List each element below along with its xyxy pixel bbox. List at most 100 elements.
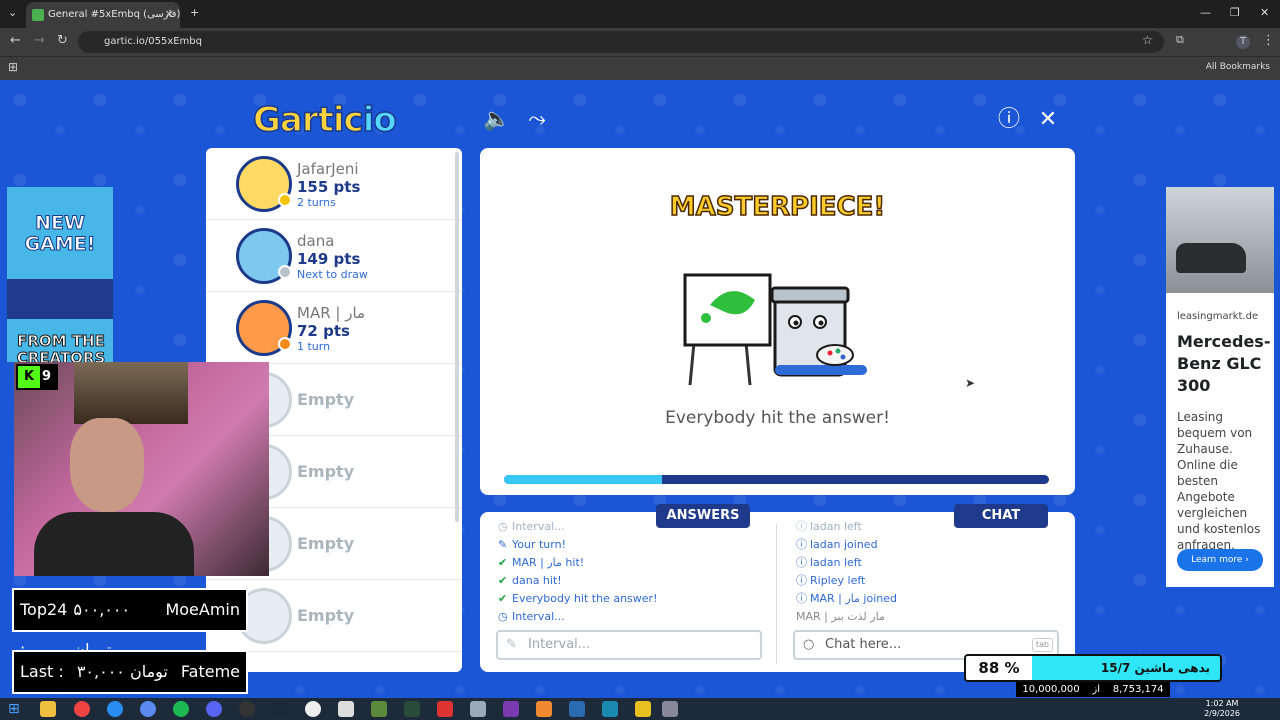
chat-line: ⓘ ladan left (796, 554, 1056, 572)
ad-domain: leasingmarkt.de (1177, 311, 1259, 322)
player-status: 1 turn (297, 340, 331, 353)
minecraft-icon[interactable] (371, 701, 387, 717)
players-scrollbar[interactable] (455, 152, 459, 522)
chat-tab[interactable]: CHAT (954, 504, 1048, 528)
app-icon-12[interactable] (404, 701, 420, 717)
top-donor-name: MoeAmin (165, 600, 240, 619)
profile-avatar[interactable]: T (1236, 35, 1250, 49)
masterpiece-illustration (683, 273, 867, 386)
app-icon-17[interactable] (569, 701, 585, 717)
tab-close-icon[interactable]: ✕ (165, 2, 174, 28)
sound-icon[interactable]: 🔈 (483, 106, 511, 134)
system-clock[interactable]: 1:02 AM 2/9/2026 (1204, 699, 1240, 719)
answer-text: Interval... (512, 610, 565, 623)
apps-grid-icon[interactable]: ⊞ (8, 60, 18, 74)
ad-headline: Mercedes-Benz GLC 300 (1177, 332, 1271, 395)
app-icon-16[interactable] (536, 701, 552, 717)
answers-tab[interactable]: ANSWERS (656, 504, 750, 528)
player-row[interactable]: JafarJeni 155 pts 2 turns (206, 148, 462, 220)
window-close-icon[interactable]: ✕ (1260, 6, 1269, 19)
round-progress-bar (504, 475, 1049, 484)
back-icon[interactable]: ← (10, 33, 21, 48)
app-icon-19[interactable] (635, 701, 651, 717)
player-name: MAR | مار (297, 304, 366, 322)
rider-icon[interactable] (503, 701, 519, 717)
clock-date: 2/9/2026 (1204, 709, 1240, 718)
tab-key-hint: tab (1031, 638, 1053, 652)
result-title: MASTERPIECE! (669, 191, 886, 223)
player-points: 149 pts (297, 250, 361, 268)
logo-main: Gartic (252, 99, 364, 141)
chat-text: MAR | مار لذت ببر (796, 610, 885, 623)
browser-tab[interactable]: General #5xEmbq (فارسی) - Gar ✕ (26, 2, 180, 28)
exit-icon[interactable]: ✕ (1034, 106, 1062, 134)
new-tab-icon[interactable]: + (190, 6, 199, 19)
answer-line: ✔ dana hit! (498, 572, 768, 590)
discord-icon[interactable] (206, 701, 222, 717)
goal-percent-box: 88 % (966, 656, 1032, 680)
right-ad-banner[interactable]: leasingmarkt.de Mercedes-Benz GLC 300 Le… (1166, 187, 1274, 587)
ad-car-photo (1166, 187, 1274, 293)
app-icon-13[interactable] (437, 701, 453, 717)
app-icon-9[interactable] (305, 701, 321, 717)
chat-text: ladan left (810, 520, 862, 533)
player-row[interactable]: MAR | مار 72 pts 1 turn (206, 292, 462, 364)
address-bar-row: ← → ↻ gartic.io/055xEmbq ☆ ⧉ T ⋮ (0, 28, 1280, 56)
last-donor-amount: ۳۰,۰۰۰ تومان (76, 662, 168, 681)
ad-learn-more-button[interactable]: Learn more › (1177, 549, 1263, 571)
spotify-icon[interactable] (173, 701, 189, 717)
clock-icon: ◷ (498, 610, 508, 623)
share-icon[interactable]: ⤳ (523, 106, 551, 134)
empty-slot-label: Empty (297, 534, 355, 553)
left-ad-banner[interactable]: NEW GAME! FROM THE CREATORS (7, 187, 113, 362)
pencil-icon: ✎ (498, 538, 508, 551)
answer-text: dana hit! (512, 574, 562, 587)
chat-text: MAR | مار joined (810, 592, 897, 605)
answers-list: ◷ Interval... ✎ Your turn! ✔ MAR | مار hit! ✔ d… (498, 518, 768, 626)
answer-text: Everybody hit the answer! (512, 592, 658, 605)
forward-icon[interactable]: → (34, 33, 45, 48)
goal-current: 8,753,174 (1112, 684, 1164, 695)
goal-target: 10,000,000 (1022, 684, 1080, 695)
chrome-icon[interactable] (74, 701, 90, 717)
info-icon[interactable]: ⓘ (995, 106, 1023, 134)
bookmark-star-icon[interactable]: ☆ (1142, 33, 1153, 47)
all-bookmarks-link[interactable]: All Bookmarks (1206, 62, 1270, 72)
info-icon: ⓘ (796, 592, 807, 605)
app-icon-10[interactable] (338, 701, 354, 717)
restore-icon[interactable]: ❐ (1230, 6, 1240, 19)
edge-icon[interactable] (107, 701, 123, 717)
reload-icon[interactable]: ↻ (57, 33, 68, 48)
app-icon-18[interactable] (602, 701, 618, 717)
kick-logo-icon: K (18, 366, 40, 388)
obs-icon[interactable] (239, 701, 255, 717)
player-status-dot (278, 193, 292, 207)
app-icon-14[interactable] (470, 701, 486, 717)
browser-menu-icon[interactable]: ⋮ (1262, 33, 1275, 48)
browser-tab-strip: ⌄ General #5xEmbq (فارسی) - Gar ✕ + — ❐ … (0, 0, 1280, 28)
empty-slot-label: Empty (297, 390, 355, 409)
steam-icon[interactable] (272, 701, 288, 717)
chat-line: ⓘ MAR | مار joined (796, 590, 1056, 608)
top-donor-label: Top24 : (20, 600, 68, 659)
empty-slot-label: Empty (297, 606, 355, 625)
check-icon: ✔ (498, 592, 508, 605)
app-icon-4[interactable] (140, 701, 156, 717)
start-icon[interactable]: ⊞ (8, 701, 24, 717)
info-icon: ⓘ (796, 556, 807, 569)
answer-input[interactable]: ✎ Interval... (496, 630, 762, 660)
empty-slot-label: Empty (297, 462, 355, 481)
tab-search-icon[interactable]: ⌄ (8, 6, 17, 19)
player-row[interactable]: dana 149 pts Next to draw (206, 220, 462, 292)
url-field[interactable]: gartic.io/055xEmbq (78, 31, 1164, 53)
chat-search-icon: ○ (803, 637, 815, 652)
minimize-icon[interactable]: — (1200, 6, 1211, 19)
extensions-icon[interactable]: ⧉ (1176, 33, 1184, 47)
ad-left-subline: FROM THE CREATORS (16, 332, 106, 362)
player-status: 2 turns (297, 196, 336, 209)
app-icon-20[interactable] (662, 701, 678, 717)
gartic-logo: Garticio (252, 99, 397, 141)
answer-line: ✔ MAR | مار hit! (498, 554, 768, 572)
chat-placeholder: Chat here... (825, 637, 902, 652)
file-explorer-icon[interactable] (40, 701, 56, 717)
